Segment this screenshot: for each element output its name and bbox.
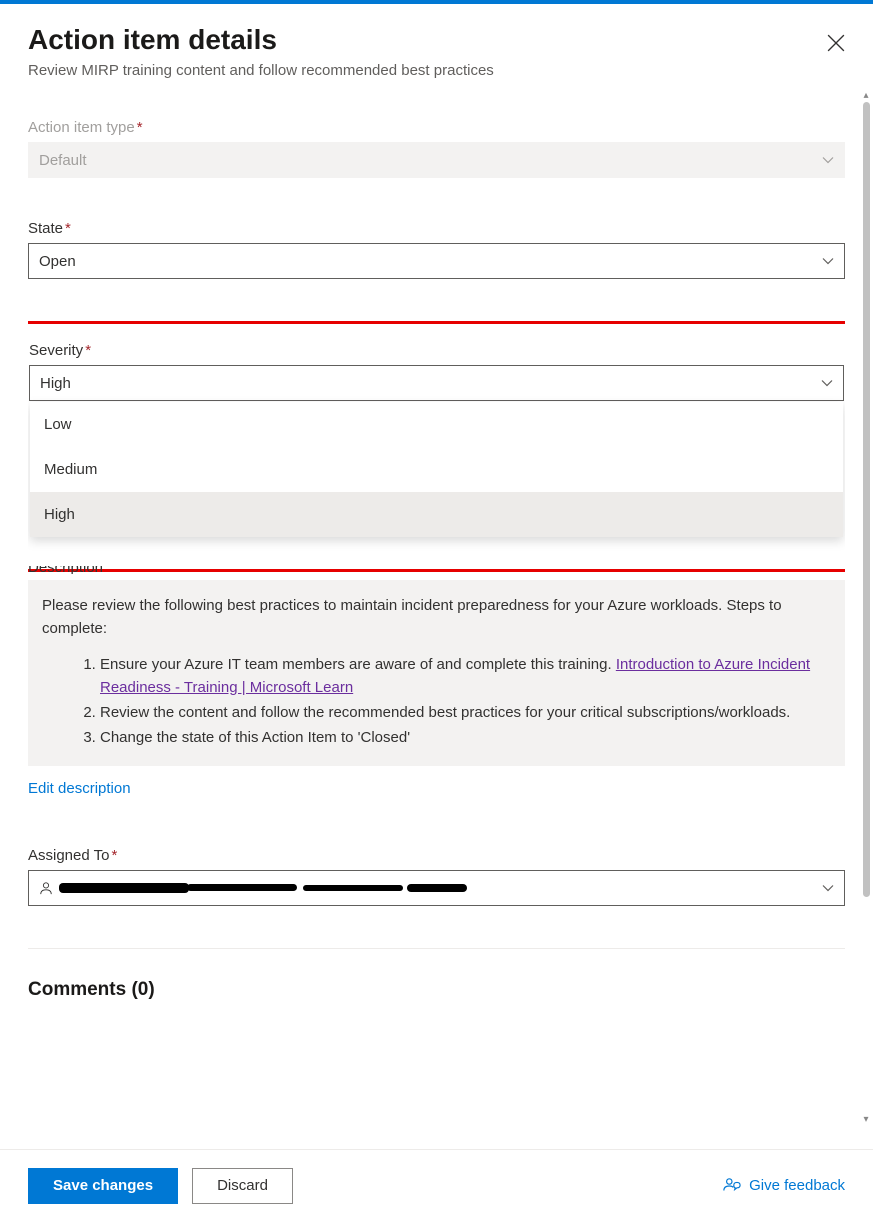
close-button[interactable]	[827, 34, 845, 52]
description-step-1: Ensure your Azure IT team members are aw…	[100, 653, 831, 700]
description-label-partial: Description	[28, 566, 845, 574]
severity-highlight-region: Severity* High Low Medium High	[28, 321, 845, 572]
severity-dropdown[interactable]: High Low Medium High	[29, 365, 844, 401]
give-feedback-link[interactable]: Give feedback	[723, 1177, 845, 1195]
assigned-to-dropdown[interactable]	[28, 870, 845, 906]
severity-label: Severity*	[29, 342, 844, 359]
save-changes-button[interactable]: Save changes	[28, 1168, 178, 1204]
severity-option-medium[interactable]: Medium	[30, 447, 843, 492]
description-content: Please review the following best practic…	[28, 580, 845, 766]
action-item-type-dropdown: Default	[28, 142, 845, 178]
severity-value: High	[40, 375, 71, 392]
description-step-2: Review the content and follow the recomm…	[100, 701, 831, 724]
close-icon	[827, 34, 845, 52]
comments-heading: Comments (0)	[28, 979, 845, 1001]
severity-options-list: Low Medium High	[30, 402, 843, 537]
scrollbar-thumb[interactable]	[863, 102, 870, 897]
scrollbar-arrow-up-icon[interactable]: ▴	[861, 90, 871, 100]
chevron-down-icon	[822, 255, 834, 267]
feedback-icon	[723, 1177, 741, 1195]
state-label: State*	[28, 220, 845, 237]
page-title: Action item details	[28, 24, 277, 56]
action-item-type-label: Action item type*	[28, 119, 845, 136]
page-subtitle: Review MIRP training content and follow …	[28, 62, 845, 79]
state-dropdown[interactable]: Open	[28, 243, 845, 279]
content-area: Action item details Review MIRP training…	[0, 4, 873, 1221]
assigned-to-redacted-value	[59, 883, 467, 893]
description-intro: Please review the following best practic…	[42, 594, 831, 641]
edit-description-link[interactable]: Edit description	[28, 780, 131, 797]
footer-bar: Save changes Discard Give feedback	[0, 1149, 873, 1221]
severity-option-low[interactable]: Low	[30, 402, 843, 447]
person-icon	[39, 881, 53, 895]
chevron-down-icon	[822, 154, 834, 166]
action-item-type-value: Default	[39, 152, 87, 169]
description-step-3: Change the state of this Action Item to …	[100, 726, 831, 749]
discard-button[interactable]: Discard	[192, 1168, 293, 1204]
chevron-down-icon	[822, 882, 834, 894]
chevron-down-icon	[821, 377, 833, 389]
scrollbar[interactable]: ▴ ▾	[859, 4, 873, 1221]
state-value: Open	[39, 253, 76, 270]
scrollbar-arrow-down-icon[interactable]: ▾	[861, 1114, 871, 1124]
section-divider	[28, 948, 845, 949]
assigned-to-label: Assigned To*	[28, 847, 845, 864]
severity-option-high[interactable]: High	[30, 492, 843, 537]
